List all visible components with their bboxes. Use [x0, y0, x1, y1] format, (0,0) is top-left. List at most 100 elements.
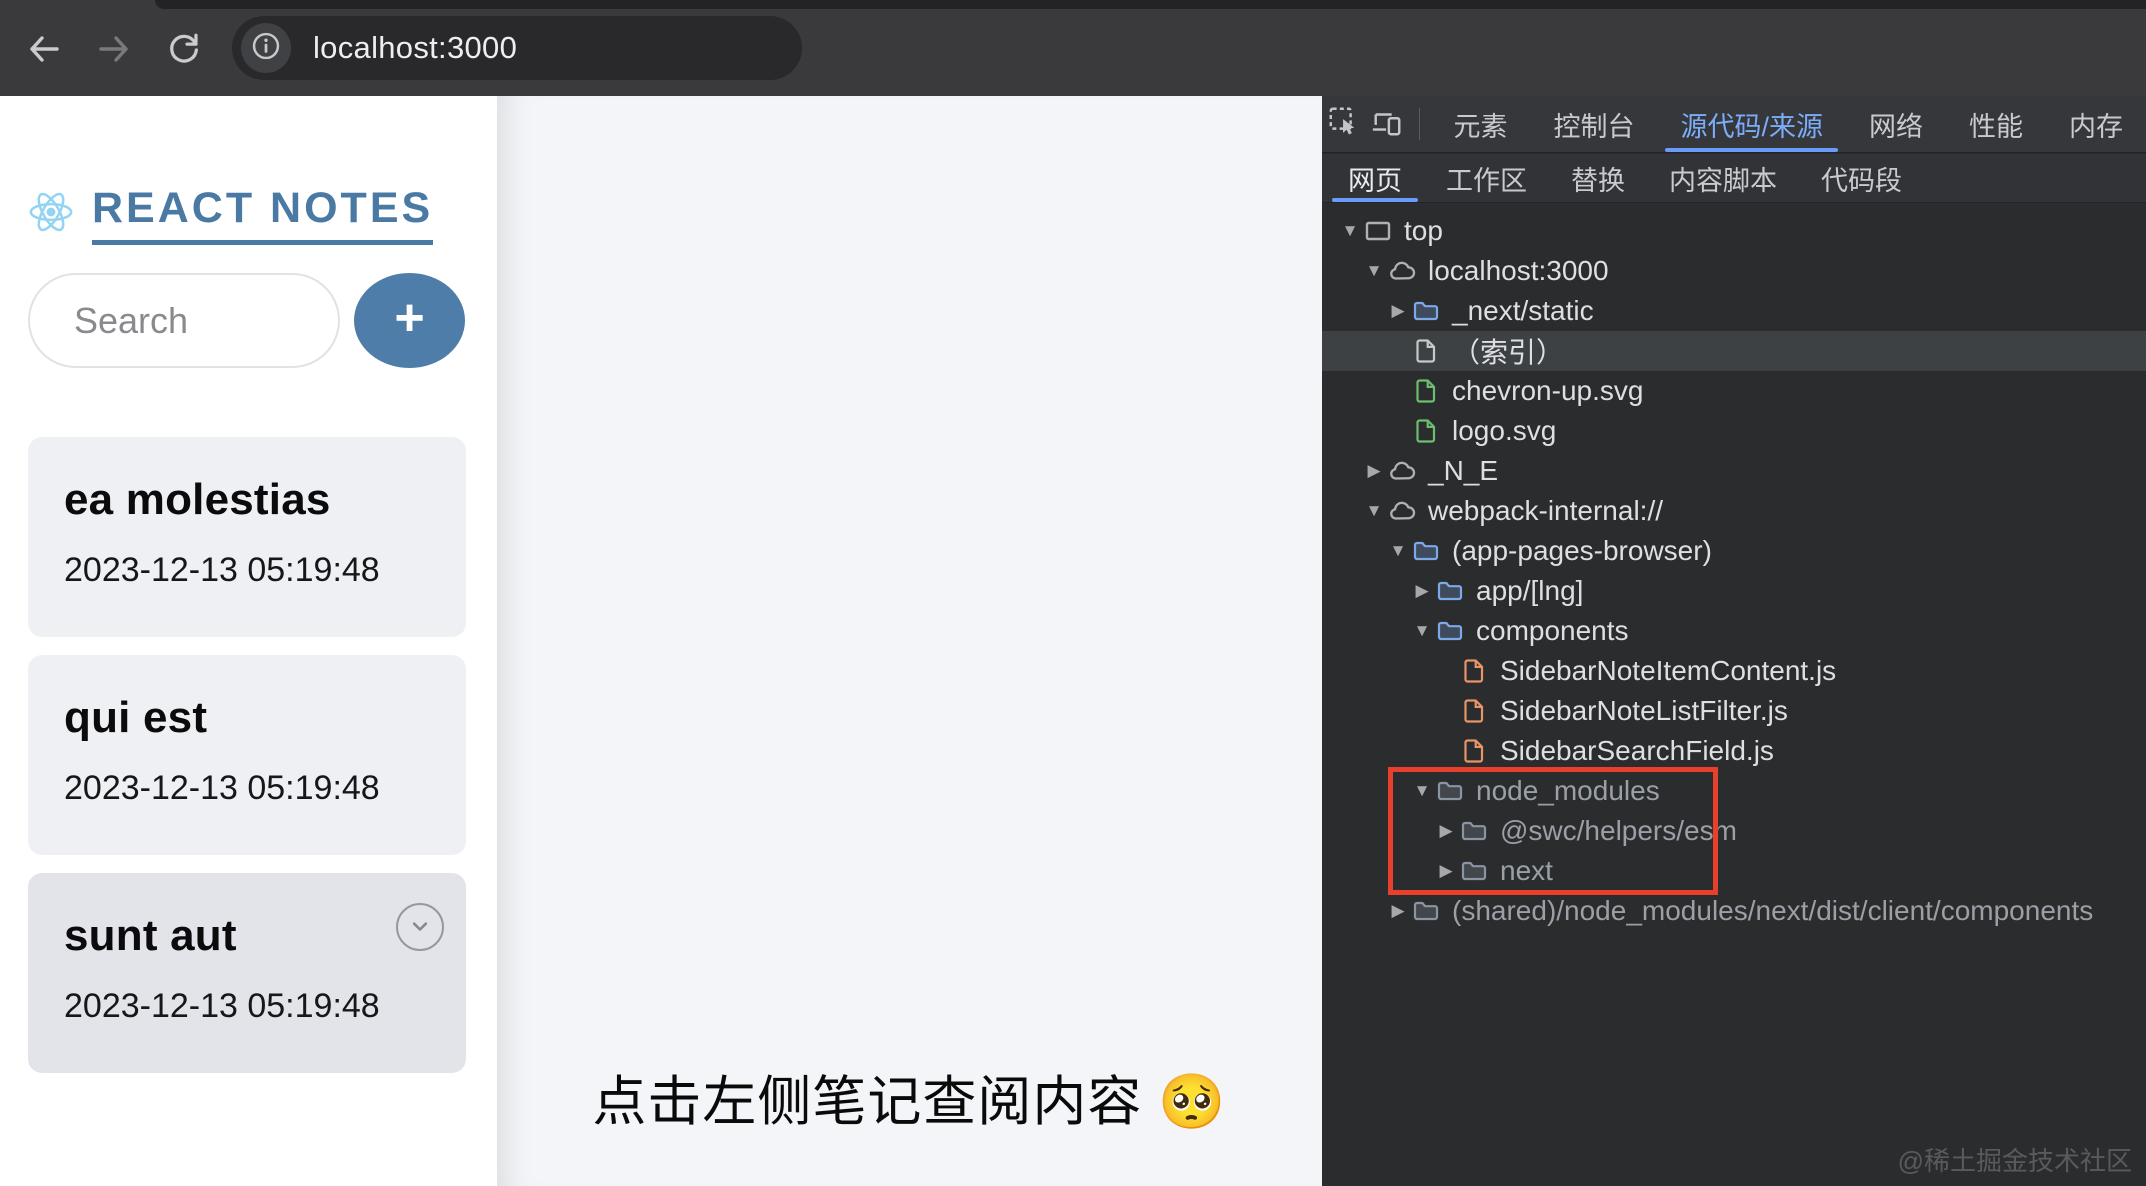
- frame-icon: [1362, 219, 1394, 243]
- tree-item[interactable]: ▼ localhost:3000: [1322, 251, 2146, 291]
- note-title: qui est: [64, 693, 208, 742]
- devtools-subtab[interactable]: 工作区: [1424, 154, 1549, 202]
- tree-item-label: logo.svg: [1452, 415, 1557, 446]
- file-icon: [1458, 698, 1490, 724]
- forward-button[interactable]: [92, 28, 136, 72]
- file-icon: [1410, 338, 1442, 364]
- devtools-main-tabs: 元素 控制台 源代码/来源 网络 性能 内存: [1430, 96, 2146, 152]
- note-card[interactable]: qui est 2023-12-13 05:19:48: [28, 655, 466, 855]
- tree-item[interactable]: ▶ next: [1322, 851, 2146, 891]
- devtools-panel: 元素 控制台 源代码/来源 网络 性能 内存 网页 工作区 替换 内容脚本 代码段 ▼ top ▼ lo…: [1322, 96, 2146, 1186]
- tree-item[interactable]: ▶ app/[lng]: [1322, 571, 2146, 611]
- tree-item[interactable]: ▶ @swc/helpers/esm: [1322, 811, 2146, 851]
- tree-item-label: SidebarNoteItemContent.js: [1500, 655, 1837, 686]
- devtools-tab[interactable]: 元素: [1430, 96, 1530, 152]
- app-title-link[interactable]: REACT NOTES: [92, 184, 434, 245]
- tree-item-label: app/[lng]: [1476, 575, 1584, 606]
- tree-disclosure-arrow-icon[interactable]: ▼: [1386, 541, 1410, 561]
- tree-item[interactable]: ▼ components: [1322, 611, 2146, 651]
- folder-icon: [1458, 860, 1490, 882]
- devtools-tab[interactable]: 控制台: [1530, 96, 1657, 152]
- devtools-sub-tabs: 网页 工作区 替换 内容脚本 代码段: [1326, 154, 1924, 202]
- folder-icon: [1434, 780, 1466, 802]
- note-card[interactable]: sunt aut 2023-12-13 05:19:48: [28, 873, 466, 1073]
- note-card[interactable]: ea molestias 2023-12-13 05:19:48: [28, 437, 466, 637]
- file-icon: [1410, 378, 1442, 404]
- tree-disclosure-arrow-icon[interactable]: ▼: [1362, 501, 1386, 521]
- tree-disclosure-arrow-icon[interactable]: ▼: [1410, 621, 1434, 641]
- tree-disclosure-arrow-icon[interactable]: ▼: [1362, 261, 1386, 281]
- tree-item[interactable]: ▶ _next/static: [1322, 291, 2146, 331]
- tree-item[interactable]: ▼ (app-pages-browser): [1322, 531, 2146, 571]
- tree-disclosure-arrow-icon[interactable]: ▶: [1434, 821, 1458, 841]
- folder-icon: [1458, 820, 1490, 842]
- tree-item-label: SidebarSearchField.js: [1500, 735, 1774, 766]
- tree-item[interactable]: logo.svg: [1322, 411, 2146, 451]
- tree-item-label: top: [1404, 215, 1443, 246]
- tree-disclosure-arrow-icon[interactable]: ▶: [1410, 581, 1434, 601]
- device-toolbar-icon: [1370, 106, 1404, 143]
- search-input[interactable]: [28, 273, 340, 368]
- folder-icon: [1434, 580, 1466, 602]
- tree-disclosure-arrow-icon[interactable]: ▼: [1338, 221, 1362, 241]
- devtools-tab[interactable]: 性能: [1946, 96, 2046, 152]
- cloud-icon: [1386, 260, 1418, 282]
- devtools-tab[interactable]: 源代码/来源: [1657, 96, 1846, 152]
- tree-disclosure-arrow-icon[interactable]: ▶: [1386, 301, 1410, 321]
- cloud-icon: [1386, 500, 1418, 522]
- tree-item-label: SidebarNoteListFilter.js: [1500, 695, 1788, 726]
- address-bar[interactable]: localhost:3000: [232, 16, 802, 80]
- browser-toolbar: localhost:3000: [0, 0, 2146, 96]
- reload-button[interactable]: [162, 28, 206, 72]
- sources-file-tree: ▼ top ▼ localhost:3000 ▶ _next/static （索引） chev…: [1322, 203, 2146, 1186]
- devtools-tab[interactable]: 网络: [1846, 96, 1946, 152]
- devtools-subtab[interactable]: 网页: [1326, 154, 1424, 202]
- tree-item[interactable]: （索引）: [1322, 331, 2146, 371]
- tree-item[interactable]: SidebarNoteListFilter.js: [1322, 691, 2146, 731]
- tree-item[interactable]: ▼ top: [1322, 211, 2146, 251]
- tree-disclosure-arrow-icon[interactable]: ▶: [1434, 861, 1458, 881]
- device-toolbar-button[interactable]: [1365, 96, 1408, 152]
- devtools-subtab[interactable]: 代码段: [1799, 154, 1924, 202]
- devtools-main-tabbar: 元素 控制台 源代码/来源 网络 性能 内存: [1322, 96, 2146, 153]
- note-content-area: 点击左侧笔记查阅内容 🥺: [497, 96, 1322, 1186]
- devtools-sources-subtabbar: 网页 工作区 替换 内容脚本 代码段: [1322, 154, 2146, 203]
- site-info-button[interactable]: [241, 23, 291, 73]
- tree-item-label: _next/static: [1452, 295, 1594, 326]
- file-icon: [1458, 738, 1490, 764]
- tree-item-label: webpack-internal://: [1428, 495, 1664, 526]
- tree-disclosure-arrow-icon[interactable]: ▶: [1362, 461, 1386, 481]
- devtools-tab[interactable]: 内存: [2046, 96, 2146, 152]
- tree-item[interactable]: ▼ webpack-internal://: [1322, 491, 2146, 531]
- tree-item[interactable]: ▶ _N_E: [1322, 451, 2146, 491]
- react-atom-icon: [26, 187, 76, 242]
- devtools-subtab[interactable]: 内容脚本: [1647, 154, 1799, 202]
- folder-icon: [1410, 900, 1442, 922]
- folder-icon: [1434, 620, 1466, 642]
- add-note-button[interactable]: +: [354, 273, 465, 368]
- expand-note-button[interactable]: [396, 903, 444, 951]
- note-title: sunt aut: [64, 911, 237, 960]
- tree-item[interactable]: ▼ node_modules: [1322, 771, 2146, 811]
- forward-icon: [94, 29, 134, 72]
- url-text: localhost:3000: [313, 30, 518, 65]
- empty-state-hint: 点击左侧笔记查阅内容 🥺: [592, 1072, 1227, 1132]
- tree-item[interactable]: ▶ (shared)/node_modules/next/dist/client/…: [1322, 891, 2146, 931]
- back-button[interactable]: [22, 28, 66, 72]
- tree-item-label: components: [1476, 615, 1629, 646]
- tree-disclosure-arrow-icon[interactable]: ▶: [1386, 901, 1410, 921]
- tree-item[interactable]: SidebarNoteItemContent.js: [1322, 651, 2146, 691]
- tree-item[interactable]: SidebarSearchField.js: [1322, 731, 2146, 771]
- reload-icon: [165, 30, 203, 71]
- inspect-icon: [1327, 105, 1361, 144]
- devtools-subtab[interactable]: 替换: [1549, 154, 1647, 202]
- back-icon: [24, 29, 64, 72]
- tree-item[interactable]: chevron-up.svg: [1322, 371, 2146, 411]
- watermark: @稀土掘金技术社区: [1897, 1146, 2132, 1176]
- tree-item-label: _N_E: [1428, 455, 1499, 486]
- tree-disclosure-arrow-icon[interactable]: ▼: [1410, 781, 1434, 801]
- file-icon: [1458, 658, 1490, 684]
- note-timestamp: 2023-12-13 05:19:48: [64, 987, 380, 1025]
- inspect-element-button[interactable]: [1322, 96, 1365, 152]
- note-list: ea molestias 2023-12-13 05:19:48 qui est…: [28, 437, 466, 1091]
